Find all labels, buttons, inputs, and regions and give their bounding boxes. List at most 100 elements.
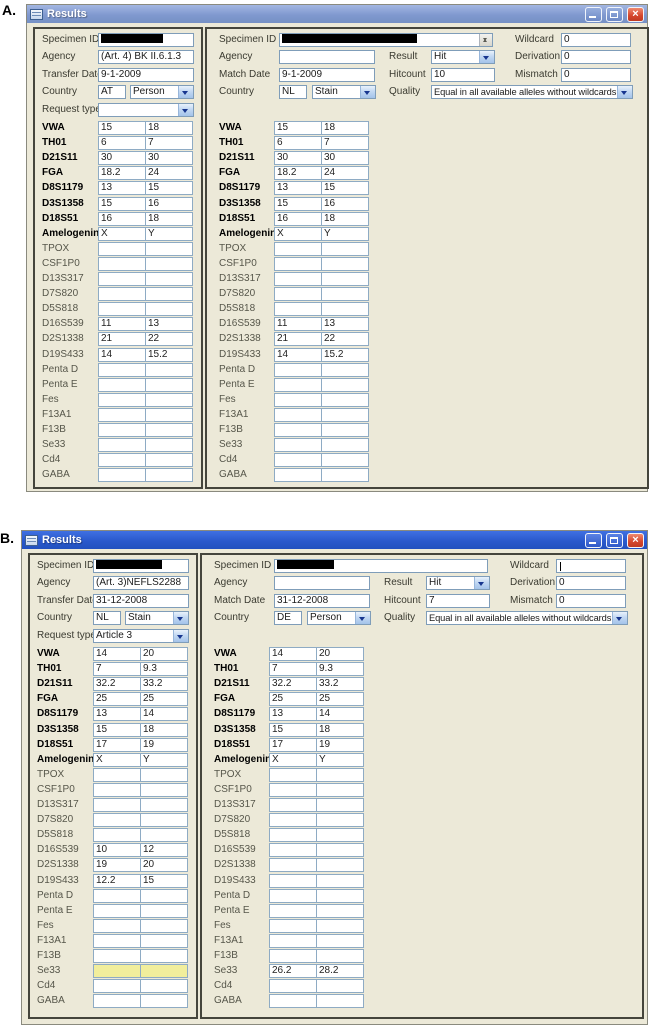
allele-input[interactable]	[93, 903, 141, 918]
allele-input[interactable]: 15	[98, 196, 146, 211]
allele-input[interactable]: 20	[316, 647, 364, 661]
allele-input[interactable]	[316, 888, 364, 903]
allele-input[interactable]	[269, 918, 317, 933]
allele-input[interactable]: Y	[145, 226, 193, 241]
allele-input[interactable]: 11	[98, 317, 146, 332]
allele-input[interactable]: 14	[140, 707, 188, 722]
allele-input[interactable]: X	[93, 752, 141, 767]
allele-input[interactable]	[321, 302, 369, 317]
allele-input[interactable]	[98, 241, 146, 256]
allele-input[interactable]	[316, 767, 364, 782]
chevron-down-icon[interactable]	[355, 612, 370, 624]
allele-input[interactable]	[321, 377, 369, 392]
country-code-input[interactable]: NL	[93, 611, 121, 625]
allele-input[interactable]: 15	[98, 121, 146, 135]
allele-input[interactable]: Y	[316, 752, 364, 767]
allele-input[interactable]: 19	[316, 737, 364, 752]
specimen-id-input[interactable]	[93, 559, 189, 573]
allele-input[interactable]: 15	[274, 121, 322, 135]
allele-input[interactable]	[140, 994, 188, 1009]
allele-input[interactable]	[140, 964, 188, 979]
allele-input[interactable]: 15	[321, 181, 369, 196]
allele-input[interactable]	[145, 438, 193, 453]
allele-input[interactable]: 32.2	[269, 677, 317, 692]
allele-input[interactable]: 19	[140, 737, 188, 752]
allele-input[interactable]: 25	[269, 692, 317, 707]
allele-input[interactable]: 21	[274, 332, 322, 347]
allele-input[interactable]	[269, 949, 317, 963]
allele-input[interactable]	[145, 468, 193, 483]
allele-input[interactable]: 28.2	[316, 964, 364, 979]
allele-input[interactable]	[93, 994, 141, 1009]
allele-input[interactable]	[140, 933, 188, 948]
allele-input[interactable]: 7	[93, 662, 141, 677]
allele-input[interactable]	[140, 949, 188, 963]
maximize-button[interactable]	[606, 6, 623, 22]
allele-input[interactable]: 30	[321, 151, 369, 166]
request-type-select[interactable]: Article 3	[93, 629, 189, 643]
allele-input[interactable]	[269, 813, 317, 828]
allele-input[interactable]	[316, 782, 364, 797]
chevron-down-icon[interactable]	[479, 51, 494, 63]
allele-input[interactable]	[98, 423, 146, 437]
allele-input[interactable]: 14	[98, 347, 146, 362]
match-date-input[interactable]: 9-1-2009	[279, 68, 375, 82]
allele-input[interactable]: 33.2	[316, 677, 364, 692]
allele-input[interactable]	[321, 241, 369, 256]
allele-input[interactable]: 12.2	[93, 873, 141, 888]
allele-input[interactable]: X	[274, 226, 322, 241]
country-code-input[interactable]: AT	[98, 85, 126, 99]
minimize-button[interactable]	[585, 532, 602, 548]
allele-input[interactable]: X	[269, 752, 317, 767]
country-code-input[interactable]: DE	[274, 611, 302, 625]
chevron-down-icon[interactable]	[474, 577, 489, 589]
allele-input[interactable]: 18	[145, 211, 193, 226]
specimen-type-select[interactable]: Person	[307, 611, 371, 625]
chevron-down-icon[interactable]	[178, 104, 193, 116]
specimen-id-input[interactable]	[279, 33, 493, 47]
allele-input[interactable]	[140, 903, 188, 918]
allele-input[interactable]: 15	[274, 196, 322, 211]
agency-input[interactable]	[274, 576, 370, 590]
allele-input[interactable]	[269, 828, 317, 843]
allele-input[interactable]: 14	[316, 707, 364, 722]
country-code-input[interactable]: NL	[279, 85, 307, 99]
allele-input[interactable]	[321, 287, 369, 302]
allele-input[interactable]	[316, 994, 364, 1009]
allele-input[interactable]: 15	[93, 722, 141, 737]
allele-input[interactable]	[145, 453, 193, 468]
minimize-button[interactable]	[585, 6, 602, 22]
allele-input[interactable]	[98, 377, 146, 392]
wildcard-input[interactable]: 0	[561, 33, 631, 47]
allele-input[interactable]: 13	[274, 181, 322, 196]
allele-input[interactable]	[93, 767, 141, 782]
allele-input[interactable]: 25	[316, 692, 364, 707]
allele-input[interactable]	[274, 272, 322, 286]
allele-input[interactable]	[140, 888, 188, 903]
allele-input[interactable]	[269, 979, 317, 994]
allele-input[interactable]	[321, 362, 369, 377]
allele-input[interactable]	[321, 453, 369, 468]
allele-input[interactable]	[140, 767, 188, 782]
allele-input[interactable]: 17	[93, 737, 141, 752]
wildcard-input[interactable]	[556, 559, 626, 573]
allele-input[interactable]: 18	[145, 121, 193, 135]
chevron-down-icon[interactable]	[178, 86, 193, 98]
allele-input[interactable]	[145, 302, 193, 317]
allele-input[interactable]	[93, 964, 141, 979]
allele-input[interactable]	[316, 798, 364, 812]
titlebar[interactable]: Results ×	[27, 5, 647, 23]
allele-input[interactable]	[93, 918, 141, 933]
allele-input[interactable]	[145, 392, 193, 407]
allele-input[interactable]	[98, 468, 146, 483]
allele-input[interactable]	[316, 949, 364, 963]
allele-input[interactable]: 18	[321, 211, 369, 226]
allele-input[interactable]: 6	[98, 136, 146, 151]
allele-input[interactable]: 13	[269, 707, 317, 722]
allele-input[interactable]: 15.2	[321, 347, 369, 362]
allele-input[interactable]	[316, 979, 364, 994]
allele-input[interactable]: 15.2	[145, 347, 193, 362]
allele-input[interactable]	[321, 468, 369, 483]
allele-input[interactable]	[98, 407, 146, 422]
allele-input[interactable]	[98, 287, 146, 302]
